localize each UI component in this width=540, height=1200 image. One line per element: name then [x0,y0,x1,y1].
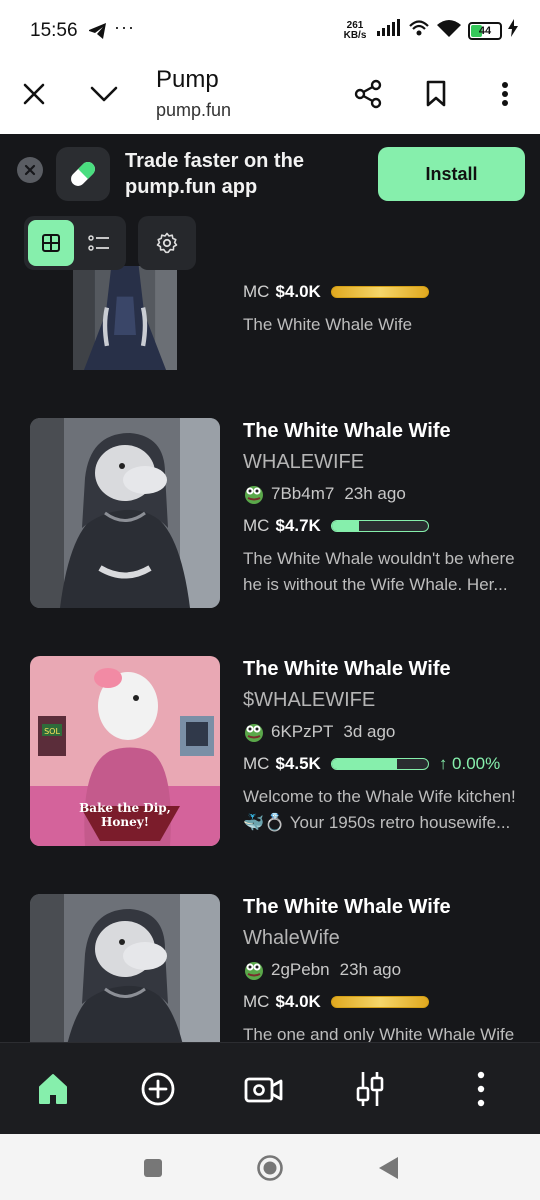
chevron-down-icon[interactable] [86,76,122,112]
creator-avatar-icon[interactable] [243,959,265,981]
view-toggle [24,216,126,270]
coin-ticker: $WHALEWIFE [243,689,376,711]
market-cap: $4.0K [275,282,321,301]
created-time: 23h ago [344,484,406,503]
creator-address[interactable]: 2gPebn [271,960,330,980]
creator-avatar-icon[interactable] [243,721,265,743]
close-icon[interactable] [17,157,43,183]
coin-description: Welcome to the Whale Wife kitchen! 🐳💍 Yo… [243,787,516,832]
market-cap: $4.0K [275,992,321,1011]
home-circle-icon[interactable] [256,1154,284,1182]
coin-image[interactable] [30,894,220,1042]
pill-logo-icon [56,147,110,201]
system-navigation [0,1134,540,1200]
bookmark-icon[interactable] [418,76,454,112]
bonding-progress-bar [330,996,429,1008]
coin-description: The one and only White Whale Wife [243,1025,515,1042]
notification-more: ··· [114,17,135,37]
image-caption-line1: Bake the Dip, [79,801,171,815]
banner-text: Trade faster on the pump.fun app [125,150,304,198]
mc-label: MC [243,516,270,535]
signal-icon [376,19,402,42]
page-title: Pump [156,66,219,93]
hotspot-icon [408,18,430,43]
coin-name[interactable]: The White Whale Wife [243,418,540,444]
wifi-icon [436,18,462,43]
install-button[interactable]: Install [378,147,525,201]
page-url: pump.fun [156,100,232,120]
web-content: MC $4.0K The White Whale Wife The White … [0,134,540,1042]
more-vertical-icon[interactable] [456,1065,506,1113]
creator-avatar-icon[interactable] [243,483,265,505]
coin-image[interactable] [30,266,220,370]
grid-view-icon[interactable] [28,220,74,266]
browser-header: Pump pump.fun [0,58,540,134]
more-vertical-icon[interactable] [487,76,523,112]
bonding-progress-bar [330,520,429,532]
battery-indicator: 44 [468,21,502,40]
coin-name[interactable]: The White Whale Wife [243,656,540,682]
coin-image[interactable] [30,418,220,608]
candlestick-icon[interactable] [345,1065,395,1113]
home-icon[interactable] [28,1065,78,1113]
charging-icon [508,19,518,42]
mc-label: MC [243,282,270,301]
video-icon[interactable] [239,1065,289,1113]
status-time: 15:56 [30,20,78,41]
bonding-progress-bar [330,758,429,770]
coin-ticker: WHALEWIFE [243,451,365,473]
share-icon[interactable] [350,76,386,112]
gear-icon[interactable] [138,216,196,270]
recents-icon[interactable] [139,1154,167,1182]
market-cap: $4.5K [275,754,321,773]
coin-description: The White Whale wouldn't be where he is … [243,549,515,594]
mc-label: MC [243,992,270,1011]
mc-label: MC [243,754,270,773]
back-icon[interactable] [374,1154,402,1182]
created-time: 23h ago [339,960,402,979]
coin-ticker: WhaleWife [243,927,340,949]
coin-description: The White Whale Wife [243,315,413,334]
net-speed: 261 KB/s [343,19,367,41]
market-cap: $4.7K [275,516,321,535]
bonding-progress-bar [330,286,429,298]
creator-address[interactable]: 7Bb4m7 [271,484,334,504]
status-bar: 15:56 ··· 261 KB/s 44 [0,0,540,58]
list-view-icon[interactable] [76,220,122,266]
bottom-navigation [0,1042,540,1134]
plus-circle-icon[interactable] [133,1065,183,1113]
created-time: 3d ago [343,722,396,741]
coin-image[interactable]: Bake the Dip, Honey! SOL [30,656,220,846]
telegram-icon [88,22,108,45]
creator-address[interactable]: 6KPzPT [271,722,333,742]
image-badge: SOL [44,727,60,736]
install-app-banner: Trade faster on the pump.fun app Install [0,134,540,214]
price-change: ↑ 0.00% [438,754,501,773]
image-caption-line2: Honey! [101,815,149,829]
coin-name[interactable]: The White Whale Wife [243,894,540,920]
close-icon[interactable] [16,76,52,112]
